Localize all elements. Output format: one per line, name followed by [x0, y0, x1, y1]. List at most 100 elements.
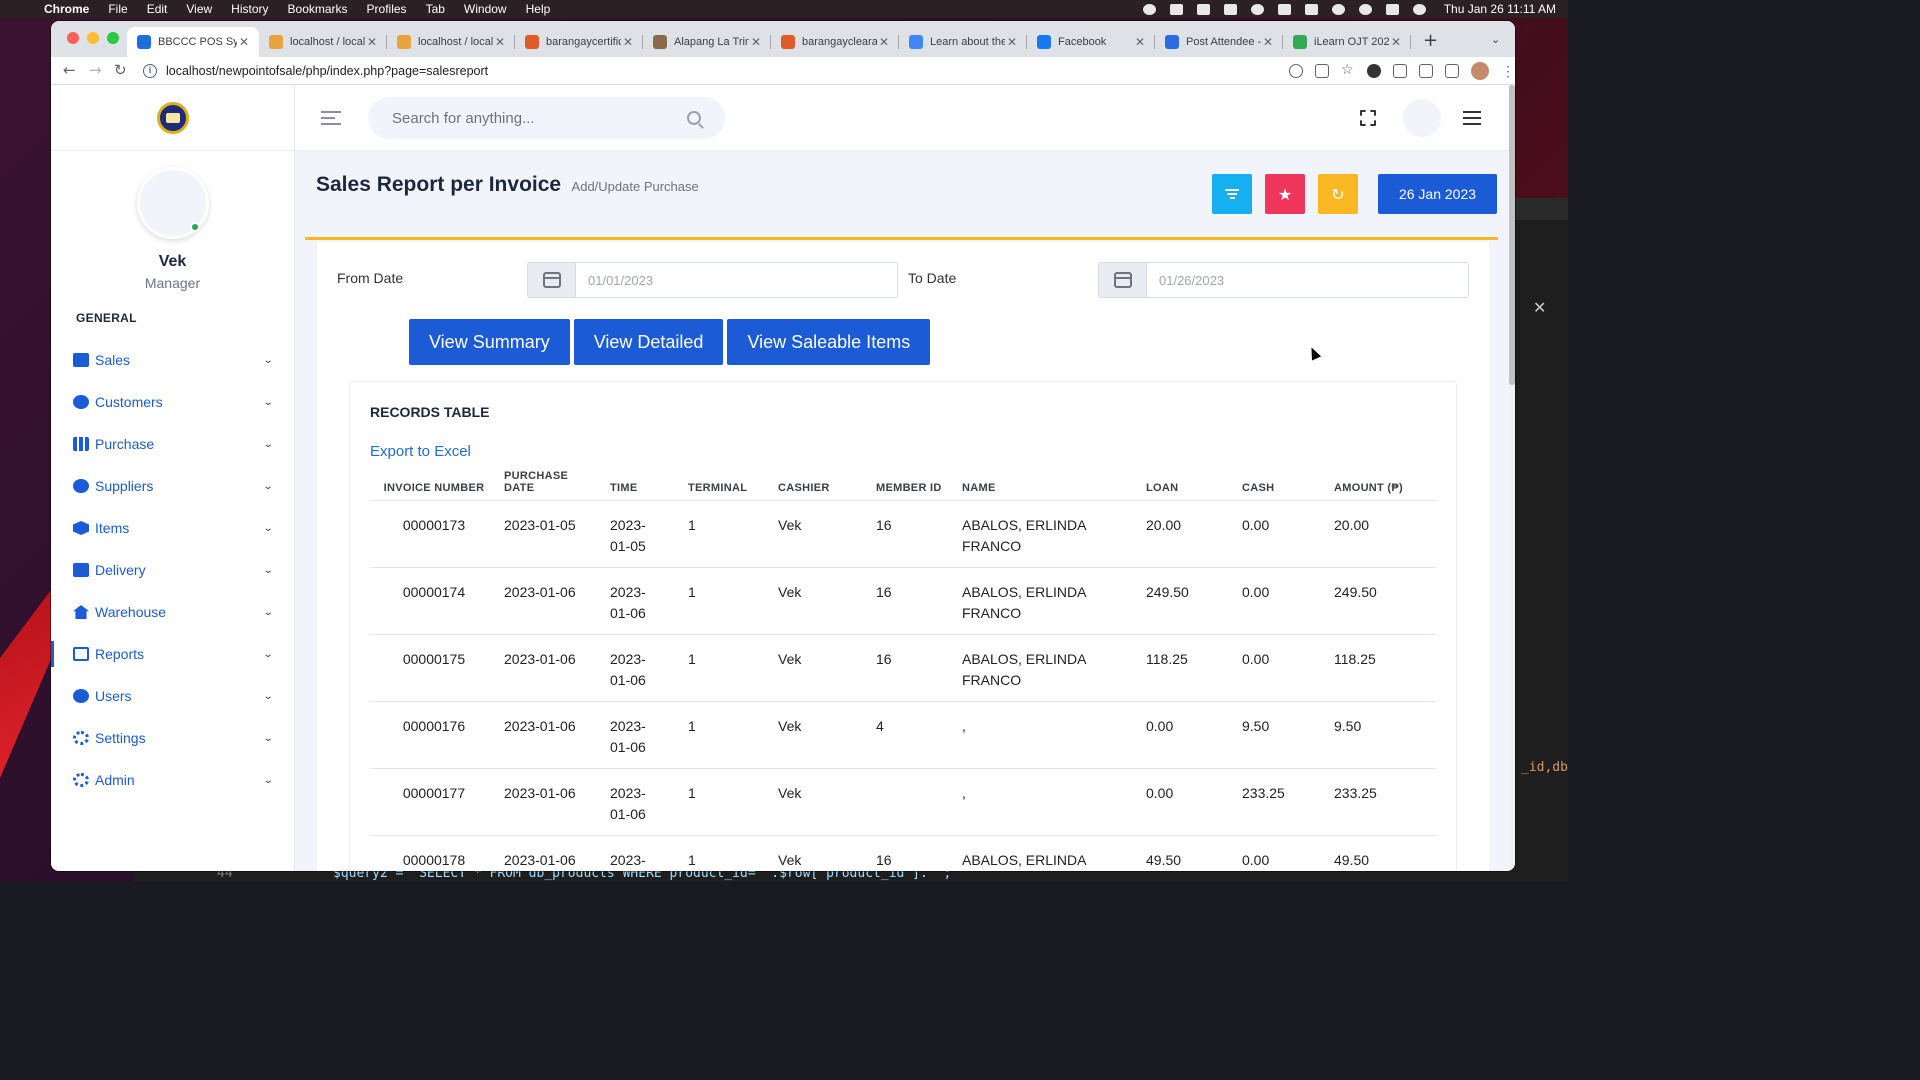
column-header[interactable]: CASH	[1236, 460, 1328, 501]
menu-file[interactable]: File	[108, 2, 127, 16]
chevron-down-icon[interactable]: ⌄	[262, 775, 273, 786]
calendar-icon[interactable]	[528, 263, 576, 297]
view-detailed-button[interactable]: View Detailed	[573, 319, 724, 365]
tab-close-icon[interactable]: ✕	[237, 35, 251, 49]
status-icon[interactable]	[1142, 3, 1156, 15]
menu-bookmarks[interactable]: Bookmarks	[288, 2, 348, 16]
table-row[interactable]: 00000174 2023-01-06 2023- 01-06 1 Vek 16 ABALOS…	[370, 567, 1436, 635]
siri-icon[interactable]	[1412, 3, 1426, 15]
address-bar[interactable]: i localhost/newpointofsale/php/index.php…	[143, 59, 1343, 83]
column-header[interactable]: LOAN	[1140, 460, 1236, 501]
browser-tab[interactable]: iLearn OJT 2023 ✕	[1283, 27, 1411, 57]
chevron-down-icon[interactable]: ⌄	[262, 523, 273, 534]
display-icon[interactable]	[1196, 3, 1210, 15]
menu-tab[interactable]: Tab	[426, 2, 445, 16]
browser-tab[interactable]: localhost / locall ✕	[387, 27, 515, 57]
menu-icon[interactable]	[1463, 111, 1481, 129]
column-header[interactable]: PURCHASE DATE	[498, 460, 604, 501]
sidebar-item-settings[interactable]: Settings ⌄	[51, 717, 294, 759]
zoom-icon[interactable]	[1289, 64, 1303, 78]
table-row[interactable]: 00000176 2023-01-06 2023- 01-06 1 Vek 4, 0.00 9.…	[370, 701, 1436, 769]
tab-search-button[interactable]: ⌄	[1491, 33, 1500, 46]
chevron-down-icon[interactable]: ⌄	[262, 649, 273, 660]
menu-clock[interactable]: Thu Jan 26 11:11 AM	[1444, 2, 1556, 16]
menu-history[interactable]: History	[231, 2, 268, 16]
browser-tab[interactable]: barangayclearan ✕	[771, 27, 899, 57]
view-summary-button[interactable]: View Summary	[409, 319, 570, 365]
menu-help[interactable]: Help	[526, 2, 551, 16]
menu-app-name[interactable]: Chrome	[44, 2, 89, 16]
scrollbar-thumb[interactable]	[1509, 85, 1515, 385]
column-header[interactable]: NAME	[956, 460, 1140, 501]
tab-close-icon[interactable]: ✕	[749, 35, 763, 49]
browser-tab[interactable]: Post Attendee - ✕	[1155, 27, 1283, 57]
search-input[interactable]: Search for anything...	[368, 97, 725, 139]
sidebar-item-sales[interactable]: Sales ⌄	[51, 339, 294, 381]
sidebar-item-purchase[interactable]: Purchase ⌄	[51, 423, 294, 465]
calendar-icon[interactable]	[1099, 263, 1147, 297]
favorite-button[interactable]: ★	[1265, 174, 1305, 214]
refresh-button[interactable]: ↻	[1318, 174, 1358, 214]
back-button[interactable]: ←	[63, 61, 76, 79]
sidebar-item-users[interactable]: Users ⌄	[51, 675, 294, 717]
sidebar-item-customers[interactable]: Customers ⌄	[51, 381, 294, 423]
table-row[interactable]: 00000175 2023-01-06 2023- 01-06 1 Vek 16 ABALOS…	[370, 634, 1436, 702]
profile-avatar[interactable]	[1471, 62, 1489, 80]
tab-close-icon[interactable]: ✕	[1133, 35, 1147, 49]
chevron-down-icon[interactable]: ⌄	[262, 397, 273, 408]
browser-tab[interactable]: barangaycertific ✕	[515, 27, 643, 57]
sidebar-item-suppliers[interactable]: Suppliers ⌄	[51, 465, 294, 507]
share-icon[interactable]	[1315, 64, 1329, 78]
column-header[interactable]: AMOUNT (₱)	[1328, 460, 1436, 501]
chevron-down-icon[interactable]: ⌄	[262, 565, 273, 576]
chevron-down-icon[interactable]: ⌄	[262, 439, 273, 450]
sidebar-toggle-icon[interactable]	[321, 111, 341, 129]
close-icon[interactable]: ✕	[1533, 298, 1546, 317]
browser-tab[interactable]: Facebook ✕	[1027, 27, 1155, 57]
chevron-down-icon[interactable]: ⌄	[262, 481, 273, 492]
menu-window[interactable]: Window	[464, 2, 507, 16]
chevron-down-icon[interactable]: ⌄	[262, 607, 273, 618]
tab-close-icon[interactable]: ✕	[621, 35, 635, 49]
column-header[interactable]: INVOICE NUMBER	[370, 460, 498, 501]
wifi-icon[interactable]	[1331, 3, 1345, 15]
window-icon[interactable]	[1223, 3, 1237, 15]
table-row[interactable]: 00000173 2023-01-05 2023- 01-05 1 Vek 16 ABALOS…	[370, 500, 1436, 568]
to-date-field[interactable]: 01/26/2023	[1098, 262, 1469, 298]
column-header[interactable]: MEMBER ID	[870, 460, 956, 501]
table-row[interactable]: 00000177 2023-01-06 2023- 01-06 1 Vek, 0.00 233…	[370, 768, 1436, 836]
user-menu-avatar[interactable]	[1403, 99, 1441, 137]
avatar[interactable]	[136, 167, 209, 239]
minimize-window-button[interactable]	[87, 32, 99, 44]
tab-close-icon[interactable]: ✕	[365, 35, 379, 49]
tab-close-icon[interactable]: ✕	[1005, 35, 1019, 49]
reload-button[interactable]: ↻	[114, 61, 127, 79]
sidepanel-icon[interactable]	[1445, 64, 1459, 78]
browser-tab[interactable]: Learn about the ✕	[899, 27, 1027, 57]
export-excel-link[interactable]: Export to Excel	[370, 443, 471, 460]
date-button[interactable]: 26 Jan 2023	[1378, 174, 1497, 214]
view-saleable-items-button[interactable]: View Saleable Items	[727, 319, 931, 365]
zoom-window-button[interactable]	[107, 32, 119, 44]
table-row[interactable]: 00000178 2023-01-06 2023- 1 Vek 16 ABALOS, ERL…	[370, 835, 1436, 871]
column-header[interactable]: CASHIER	[772, 460, 870, 501]
extension-icon[interactable]	[1367, 64, 1381, 78]
cooperative-logo[interactable]	[156, 101, 189, 134]
moon-icon[interactable]	[1250, 3, 1264, 15]
sidebar-item-warehouse[interactable]: Warehouse ⌄	[51, 591, 294, 633]
new-tab-button[interactable]: +	[1423, 30, 1438, 51]
battery-icon[interactable]	[1304, 3, 1318, 15]
kebab-menu-icon[interactable]: ⋮	[1501, 64, 1515, 78]
column-header[interactable]: TERMINAL	[682, 460, 772, 501]
page-scrollbar[interactable]	[1509, 85, 1515, 871]
control-center-icon[interactable]	[1385, 3, 1399, 15]
browser-tab[interactable]: localhost / locall ✕	[259, 27, 387, 57]
column-header[interactable]: TIME	[604, 460, 682, 501]
status-icon[interactable]	[1169, 3, 1183, 15]
chevron-down-icon[interactable]: ⌄	[262, 691, 273, 702]
tab-close-icon[interactable]: ✕	[877, 35, 891, 49]
bluetooth-icon[interactable]	[1277, 3, 1291, 15]
browser-tab[interactable]: Alapang La Trini ✕	[643, 27, 771, 57]
sidebar-item-reports[interactable]: Reports ⌄	[51, 633, 294, 675]
sidebar-item-items[interactable]: Items ⌄	[51, 507, 294, 549]
